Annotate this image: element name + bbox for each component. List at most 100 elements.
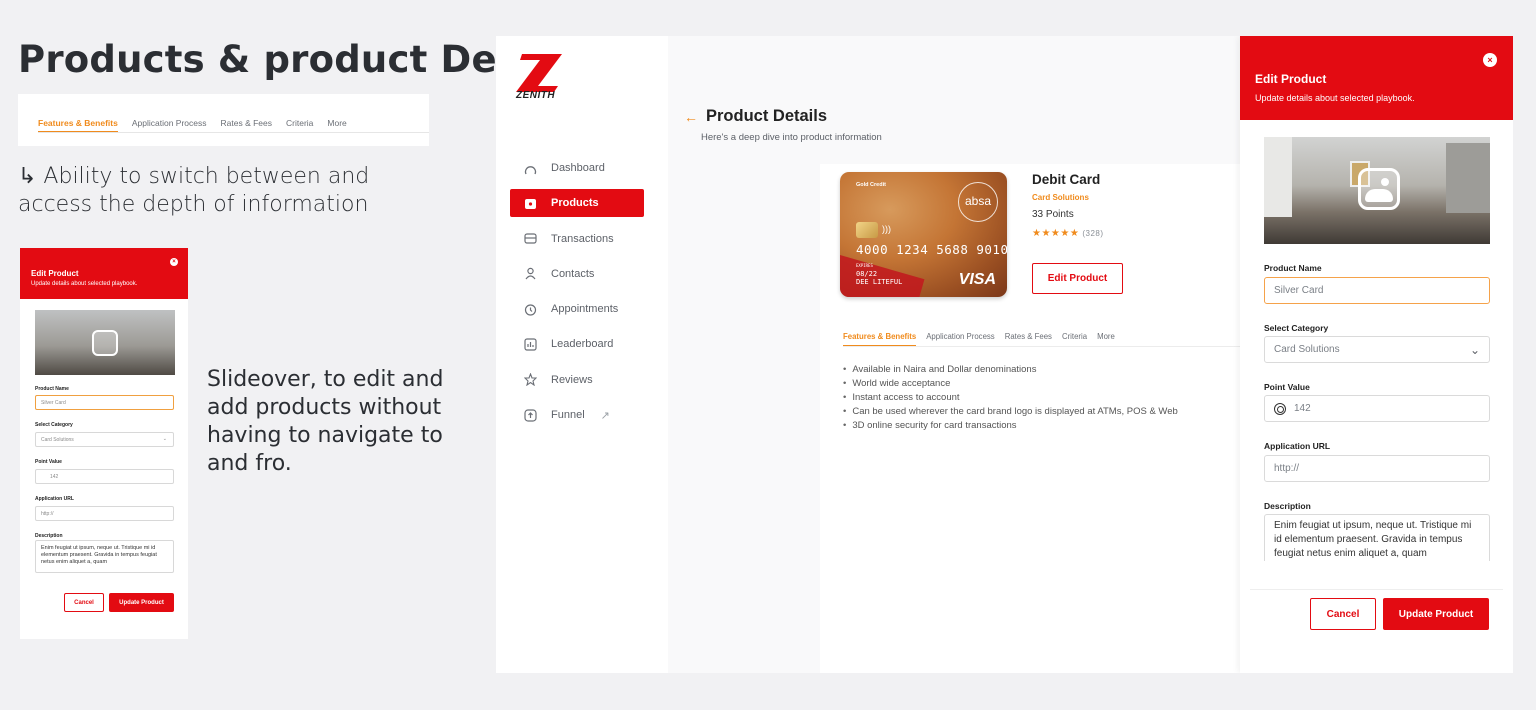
tab-rates-fees[interactable]: Rates & Fees xyxy=(1005,332,1052,346)
card-holder: DEE LITEFUL xyxy=(856,278,903,286)
description-textarea[interactable]: Enim feugiat ut ipsum, neque ut. Tristiq… xyxy=(1264,514,1490,561)
mini-tab-application[interactable]: Application Process xyxy=(132,118,207,132)
mini-tabs-divider xyxy=(38,132,429,133)
sidebar-item-dashboard[interactable]: Dashboard xyxy=(510,154,644,182)
tab-more[interactable]: More xyxy=(1097,332,1115,346)
appointments-icon xyxy=(524,303,537,316)
product-name-input[interactable]: Silver Card xyxy=(1264,277,1490,304)
point-value-label: Point Value xyxy=(1264,382,1310,392)
sidebar-item-label: Reviews xyxy=(551,373,593,386)
product-category: Card Solutions xyxy=(1032,193,1089,202)
point-value: 142 xyxy=(1294,403,1311,414)
application-url-input[interactable]: http:// xyxy=(1264,455,1490,482)
star-icons: ★★★★★ xyxy=(1032,228,1080,239)
main-content: ← Product Details Here's a deep dive int… xyxy=(668,36,1240,673)
product-name-label: Product Name xyxy=(35,386,69,392)
update-product-button[interactable]: Update Product xyxy=(109,593,174,612)
list-item: World wide acceptance xyxy=(843,377,1178,391)
tab-application-process[interactable]: Application Process xyxy=(926,332,994,346)
point-value: 142 xyxy=(50,474,59,480)
tab-criteria[interactable]: Criteria xyxy=(1062,332,1087,346)
sidebar-item-leaderboard[interactable]: Leaderboard xyxy=(510,330,644,358)
update-product-button[interactable]: Update Product xyxy=(1383,598,1489,630)
category-value: Card Solutions xyxy=(41,437,74,443)
category-label: Select Category xyxy=(35,422,73,428)
sidebar-item-label: Products xyxy=(551,197,599,210)
sidebar-item-label: Leaderboard xyxy=(551,338,614,351)
slideover-header: Edit Product Update details about select… xyxy=(1240,36,1513,120)
mini-panel-title: Edit Product xyxy=(31,269,79,278)
image-icon xyxy=(92,330,118,356)
slideover-subtitle: Update details about selected playbook. xyxy=(1255,93,1415,103)
rating-count: (328) xyxy=(1082,229,1104,238)
card-expiry: EXPIRES 08/22 DEE LITEFUL xyxy=(856,262,902,286)
sidebar-item-label: Appointments xyxy=(551,303,619,316)
application-url-field[interactable]: http:// xyxy=(35,506,174,521)
card-expiry-date: 08/22 xyxy=(856,270,878,278)
note-tabs: ↳ Ability to switch between and access t… xyxy=(18,164,370,217)
image-upload-icon[interactable] xyxy=(1358,168,1400,210)
zenith-logo-mark xyxy=(516,54,562,92)
product-name: Debit Card xyxy=(1032,172,1101,187)
close-icon[interactable]: × xyxy=(1483,53,1497,67)
sidebar-item-reviews[interactable]: Reviews xyxy=(510,366,644,394)
photo-shelf xyxy=(1446,143,1490,213)
sidebar-item-products[interactable]: Products xyxy=(510,189,644,218)
card-expiry-label: EXPIRES xyxy=(856,263,873,268)
sidebar-item-transactions[interactable]: Transactions xyxy=(510,225,644,253)
chevron-down-icon: ⌄ xyxy=(1469,342,1480,357)
description-label: Description xyxy=(35,533,63,539)
list-item: Available in Naira and Dollar denominati… xyxy=(843,363,1178,377)
contactless-icon: ))) xyxy=(882,224,891,234)
sidebar-item-label: Contacts xyxy=(551,267,595,280)
mini-panel-header: Edit Product Update details about select… xyxy=(20,248,188,299)
product-image[interactable] xyxy=(35,310,175,375)
external-link-icon[interactable]: ↗ xyxy=(601,409,610,422)
sidebar-item-funnel[interactable]: Funnel ↗ xyxy=(510,401,644,429)
mini-tab-criteria[interactable]: Criteria xyxy=(286,118,313,132)
funnel-icon xyxy=(524,408,537,422)
app-window: ZENITH Dashboard Products Transactions C… xyxy=(496,36,1513,673)
product-name-field[interactable]: Silver Card xyxy=(35,395,174,410)
cancel-button[interactable]: Cancel xyxy=(64,593,104,612)
sidebar-item-label: Dashboard xyxy=(551,162,605,174)
product-detail-panel: Gold Credit absa ))) 4000 1234 5688 9010… xyxy=(820,164,1240,673)
card-bank-logo: absa xyxy=(958,182,998,222)
leaderboard-icon xyxy=(524,338,537,351)
sidebar-item-appointments[interactable]: Appointments xyxy=(510,295,644,323)
sidebar-item-contacts[interactable]: Contacts xyxy=(510,260,644,288)
tab-features-benefits[interactable]: Features & Benefits xyxy=(843,332,917,346)
sidebar-item-label: Funnel xyxy=(551,409,585,422)
transactions-icon xyxy=(524,232,537,245)
page-title: ← Product Details xyxy=(684,107,827,126)
list-item: 3D online security for card transactions xyxy=(843,419,1178,433)
products-icon xyxy=(524,197,537,210)
note-slideover: Slideover, to edit and add products with… xyxy=(207,367,444,476)
card-tier: Gold Credit xyxy=(856,182,886,188)
point-value-field[interactable]: 142 xyxy=(35,469,174,484)
category-select[interactable]: Card Solutions ⌄ xyxy=(35,432,174,447)
category-select[interactable]: Card Solutions ⌄ xyxy=(1264,336,1490,363)
product-points: 33 Points xyxy=(1032,209,1074,220)
close-icon[interactable]: × xyxy=(170,258,178,266)
product-image-upload[interactable] xyxy=(1264,137,1490,244)
description-field[interactable]: Enim feugiat ut ipsum, neque ut. Tristiq… xyxy=(35,540,174,573)
points-icon xyxy=(1274,402,1286,415)
category-label: Select Category xyxy=(1264,323,1329,333)
mini-tabs-preview: Features & Benefits Application Process … xyxy=(18,94,429,146)
card-number: 4000 1234 5688 9010 xyxy=(856,242,1007,257)
list-item: Instant access to account xyxy=(843,391,1178,405)
list-item: Can be used wherever the card brand logo… xyxy=(843,405,1177,419)
mini-tab-more[interactable]: More xyxy=(327,118,346,132)
sidebar-item-label: Transactions xyxy=(551,232,614,245)
mini-tab-rates[interactable]: Rates & Fees xyxy=(221,118,273,132)
zenith-logo[interactable]: ZENITH xyxy=(516,52,566,104)
mini-tab-features[interactable]: Features & Benefits xyxy=(38,118,118,132)
point-value-input[interactable]: 142 xyxy=(1264,395,1490,422)
edit-product-button[interactable]: Edit Product xyxy=(1032,263,1123,294)
cancel-button[interactable]: Cancel xyxy=(1310,598,1376,630)
sidebar-nav: Dashboard Products Transactions Contacts… xyxy=(510,154,644,436)
back-arrow-icon[interactable]: ← xyxy=(684,109,698,125)
visa-logo: VISA xyxy=(958,271,996,288)
application-url-label: Application URL xyxy=(1264,441,1331,451)
